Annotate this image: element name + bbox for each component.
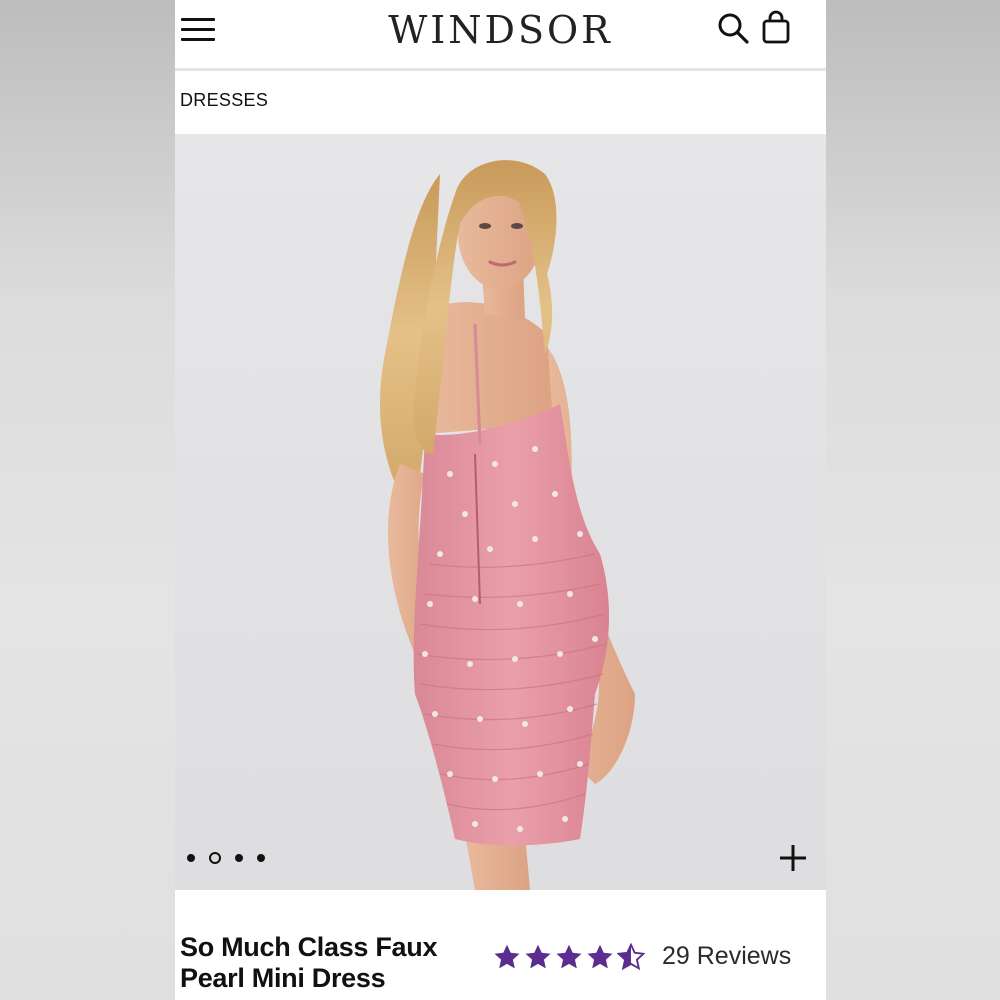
search-icon bbox=[718, 13, 749, 44]
plus-icon bbox=[780, 845, 806, 871]
breadcrumb[interactable]: DRESSES bbox=[180, 90, 268, 111]
star-icon bbox=[494, 944, 520, 968]
star-half-icon bbox=[617, 942, 645, 970]
reviews-link[interactable]: 29 Reviews bbox=[662, 942, 791, 971]
app-screen: WINDSOR DRESSES So Much Class Faux Pearl… bbox=[175, 0, 826, 1000]
gallery-pagination bbox=[187, 850, 279, 866]
gallery-dot[interactable] bbox=[257, 854, 265, 862]
shopping-bag-icon bbox=[762, 10, 790, 44]
site-header: WINDSOR bbox=[175, 0, 826, 71]
star-icon bbox=[587, 944, 613, 968]
star-icon bbox=[556, 944, 582, 968]
gallery-dot[interactable] bbox=[235, 854, 243, 862]
product-title: So Much Class Faux Pearl Mini Dress bbox=[180, 932, 438, 993]
rating-stars bbox=[493, 942, 648, 971]
shopping-bag-button[interactable] bbox=[759, 10, 795, 46]
search-button[interactable] bbox=[715, 10, 751, 46]
product-image-gallery[interactable] bbox=[175, 134, 826, 890]
gallery-dot-active[interactable] bbox=[209, 852, 221, 864]
gallery-dot[interactable] bbox=[187, 854, 195, 862]
star-icon bbox=[525, 944, 551, 968]
zoom-button[interactable] bbox=[777, 842, 809, 874]
product-photo bbox=[175, 134, 826, 890]
product-rating[interactable]: 29 Reviews bbox=[493, 942, 791, 971]
